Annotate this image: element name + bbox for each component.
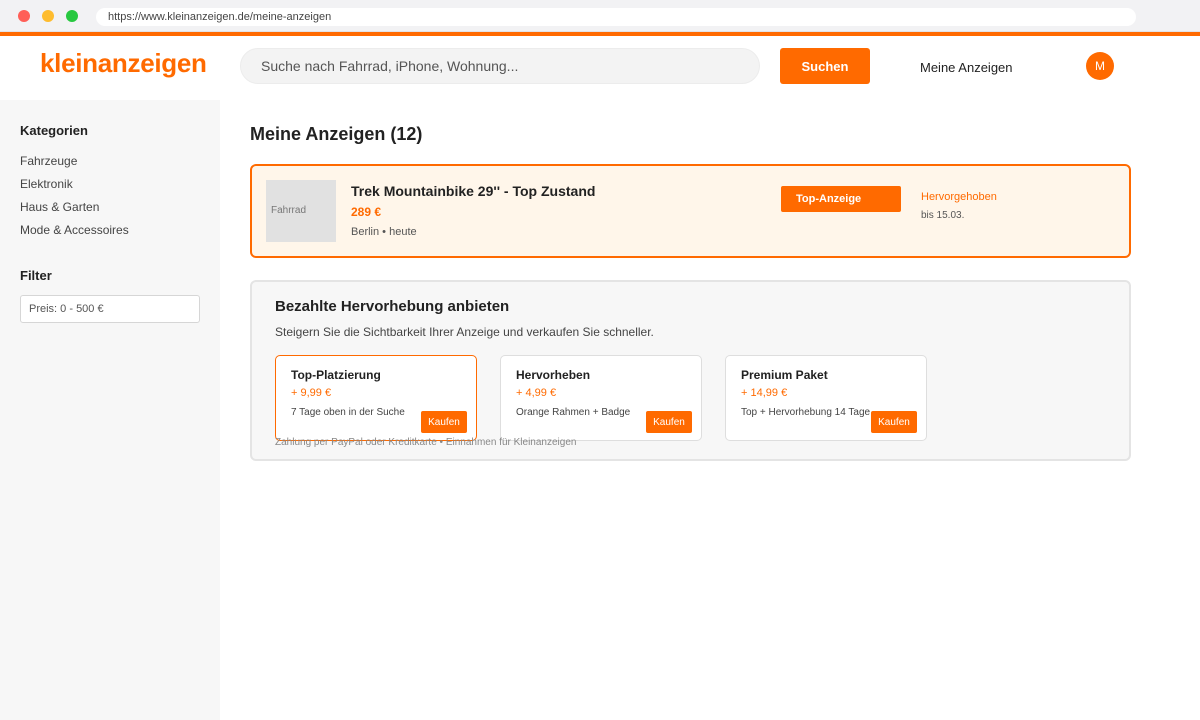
minimize-window-icon[interactable]	[42, 10, 54, 22]
sidebar: Kategorien Fahrzeuge Elektronik Haus & G…	[0, 100, 220, 720]
offer-card-premium-paket[interactable]: Premium Paket + 14,99 € Top + Hervorhebu…	[725, 355, 927, 441]
offer-card-hervorheben[interactable]: Hervorheben + 4,99 € Orange Rahmen + Bad…	[500, 355, 702, 441]
sidebar-item-mode-accessoires[interactable]: Mode & Accessoires	[20, 223, 129, 237]
buy-premium-paket-button[interactable]: Kaufen	[871, 411, 917, 433]
offer-name: Hervorheben	[516, 368, 591, 382]
promotion-panel: Bezahlte Hervorhebung anbieten Steigern …	[250, 280, 1131, 461]
sidebar-item-elektronik[interactable]: Elektronik	[20, 177, 73, 191]
site-header: kleinanzeigen Suchen Meine Anzeigen M	[0, 36, 1200, 100]
listing-meta: Berlin • heute	[351, 226, 417, 238]
price-filter-input[interactable]: Preis: 0 - 500 €	[20, 295, 200, 323]
close-window-icon[interactable]	[18, 10, 30, 22]
avatar[interactable]: M	[1086, 52, 1114, 80]
offer-price: + 14,99 €	[741, 387, 788, 399]
site-logo[interactable]: kleinanzeigen	[40, 48, 207, 79]
offer-description: Top + Hervorhebung 14 Tage	[741, 407, 871, 418]
search-button[interactable]: Suchen	[780, 48, 870, 84]
search-input[interactable]	[240, 48, 760, 84]
status-badge: Hervorgehoben	[921, 191, 997, 203]
listing-title[interactable]: Trek Mountainbike 29'' - Top Zustand	[351, 183, 595, 199]
address-bar[interactable]: https://www.kleinanzeigen.de/meine-anzei…	[96, 8, 1136, 26]
categories-heading: Kategorien	[20, 123, 88, 138]
promotion-subtitle: Steigern Sie die Sichtbarkeit Ihrer Anze…	[275, 325, 654, 339]
listing-thumbnail[interactable]: Fahrrad	[266, 180, 336, 242]
offer-name: Premium Paket	[741, 368, 828, 382]
offer-name: Top-Platzierung	[291, 368, 381, 382]
nav-link-meine-anzeigen[interactable]: Meine Anzeigen	[920, 60, 1013, 75]
filter-heading: Filter	[20, 268, 52, 283]
browser-chrome: https://www.kleinanzeigen.de/meine-anzei…	[0, 0, 1200, 32]
top-anzeige-badge: Top-Anzeige	[781, 186, 901, 212]
payment-note: Zahlung per PayPal oder Kreditkarte • Ei…	[275, 437, 577, 448]
offer-description: 7 Tage oben in der Suche	[291, 407, 405, 418]
promotion-title: Bezahlte Hervorhebung anbieten	[275, 298, 510, 315]
sidebar-item-haus-garten[interactable]: Haus & Garten	[20, 200, 99, 214]
listing-price: 289 €	[351, 205, 382, 219]
sidebar-item-fahrzeuge[interactable]: Fahrzeuge	[20, 154, 77, 168]
offer-card-top-platzierung[interactable]: Top-Platzierung + 9,99 € 7 Tage oben in …	[275, 355, 477, 441]
maximize-window-icon[interactable]	[66, 10, 78, 22]
offer-description: Orange Rahmen + Badge	[516, 407, 631, 418]
offer-price: + 9,99 €	[291, 387, 332, 399]
listing-card[interactable]: Fahrrad Trek Mountainbike 29'' - Top Zus…	[250, 164, 1131, 258]
status-until-date: bis 15.03.	[921, 210, 965, 221]
offer-price: + 4,99 €	[516, 387, 557, 399]
buy-top-platzierung-button[interactable]: Kaufen	[421, 411, 467, 433]
page-title: Meine Anzeigen (12)	[250, 124, 423, 144]
buy-hervorheben-button[interactable]: Kaufen	[646, 411, 692, 433]
